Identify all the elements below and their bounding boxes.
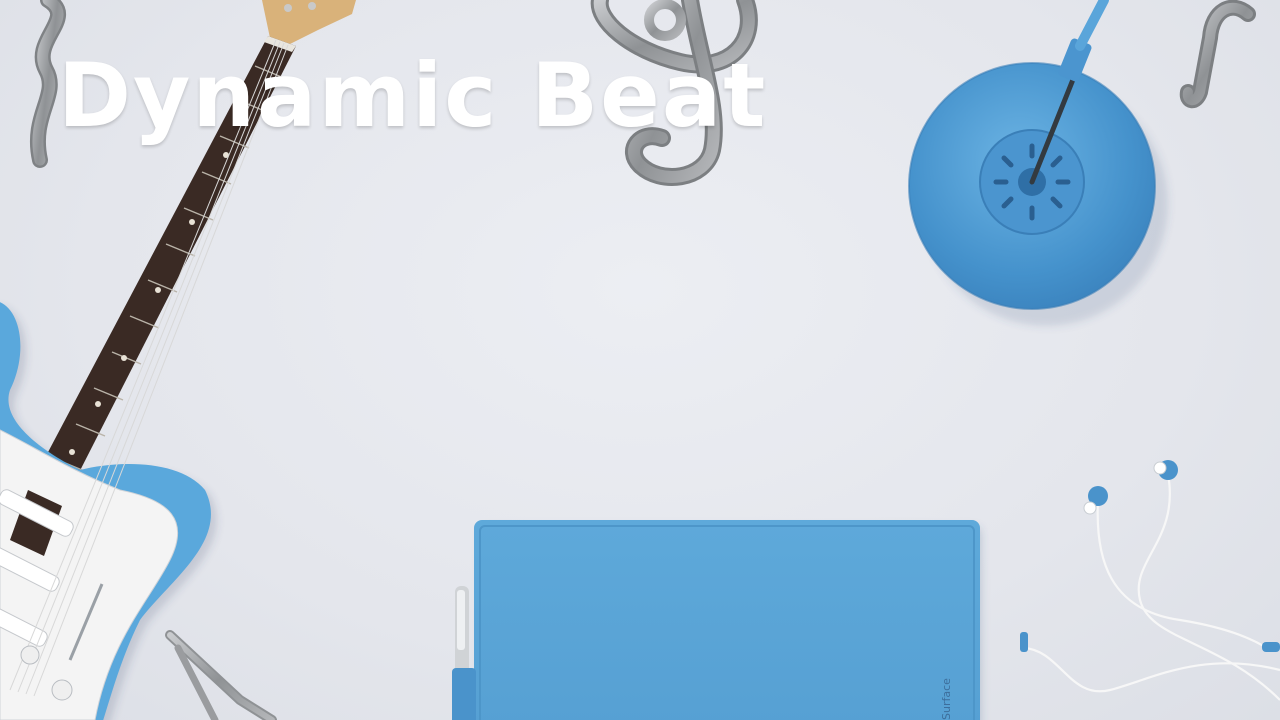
tablet-brand-label: Surface: [940, 678, 953, 720]
tablet-icon: [452, 520, 982, 720]
title-screen: Dynamic Beat Surface: [0, 0, 1280, 720]
desk-lamp-icon: [908, 0, 1168, 326]
earphones-icon: [1020, 460, 1280, 701]
wavy-rest-icon: [30, 0, 66, 168]
forte-f-icon: [1179, 0, 1256, 109]
compass-icon: [165, 630, 277, 720]
game-title: Dynamic Beat: [58, 44, 768, 147]
